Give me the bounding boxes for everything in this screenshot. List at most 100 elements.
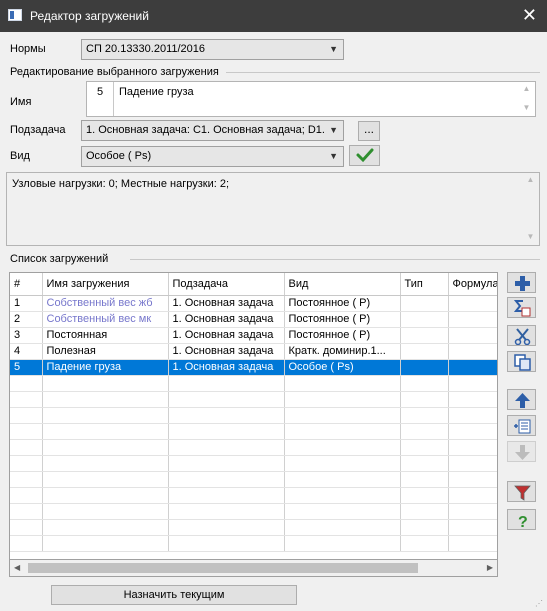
cell-kind: Постоянное ( P) xyxy=(284,327,401,344)
table-row-empty xyxy=(10,455,497,472)
cut-load-button[interactable] xyxy=(507,325,536,346)
col-header-name[interactable]: Имя загружения xyxy=(42,273,169,296)
cut-icon xyxy=(514,328,531,345)
table-hscrollbar[interactable]: ◀ ▶ xyxy=(9,559,498,577)
info-scrollbar[interactable]: ▲ ▼ xyxy=(522,173,539,245)
move-up-button[interactable] xyxy=(507,389,536,410)
cell-formula xyxy=(448,295,497,312)
cell-kind: Постоянное ( P) xyxy=(284,311,401,328)
table-header: # Имя загружения Подзадача Вид Тип Форму… xyxy=(10,273,497,296)
cell-type xyxy=(400,343,449,360)
cell-subtask: 1. Основная задача xyxy=(168,327,285,344)
cell-type xyxy=(400,311,449,328)
cell-subtask: 1. Основная задача xyxy=(168,359,285,376)
edit-group-title: Редактирование выбранного загружения xyxy=(10,66,219,78)
cell-formula xyxy=(448,359,497,376)
subtask-more-button[interactable]: ... xyxy=(358,121,380,141)
table-row-empty xyxy=(10,487,497,504)
scroll-down-icon[interactable]: ▼ xyxy=(522,184,539,241)
cell-subtask: 1. Основная задача xyxy=(168,343,285,360)
kind-select[interactable]: Особое ( Ps) ▼ xyxy=(81,146,344,167)
col-header-kind[interactable]: Вид xyxy=(284,273,401,296)
resize-grip-icon[interactable]: ⋰ xyxy=(535,599,545,609)
insert-load-button[interactable] xyxy=(507,415,536,436)
cell-subtask: 1. Основная задача xyxy=(168,311,285,328)
table-row-empty xyxy=(10,519,497,536)
info-box: Узловые нагрузки: 0; Местные нагрузки: 2… xyxy=(6,172,540,246)
sum-load-button[interactable] xyxy=(507,297,536,318)
close-icon[interactable]: ✕ xyxy=(522,5,537,25)
app-icon xyxy=(8,9,22,21)
table-row[interactable]: 3 Постоянная 1. Основная задача Постоянн… xyxy=(10,327,497,344)
scroll-right-icon[interactable]: ▶ xyxy=(487,563,493,572)
scroll-thumb[interactable] xyxy=(28,563,418,573)
cell-subtask: 1. Основная задача xyxy=(168,295,285,312)
table-row-empty xyxy=(10,375,497,392)
cell-formula xyxy=(448,343,497,360)
scroll-up-icon[interactable]: ▲ xyxy=(522,173,539,184)
norms-select[interactable]: СП 20.13330.2011/2016 ▼ xyxy=(81,39,344,60)
table-row-selected[interactable]: 5 Падение груза 1. Основная задача Особо… xyxy=(10,359,497,376)
insert-icon xyxy=(514,419,531,434)
chevron-down-icon: ▼ xyxy=(329,125,338,135)
group-divider xyxy=(226,72,540,73)
load-number: 5 xyxy=(87,82,114,116)
loads-table[interactable]: # Имя загружения Подзадача Вид Тип Форму… xyxy=(9,272,498,577)
sum-icon xyxy=(514,300,531,317)
svg-text:?: ? xyxy=(518,514,528,529)
cell-type xyxy=(400,327,449,344)
info-text: Узловые нагрузки: 0; Местные нагрузки: 2… xyxy=(12,178,229,190)
chevron-down-icon: ▼ xyxy=(329,151,338,161)
cell-num: 1 xyxy=(10,295,43,312)
table-row[interactable]: 4 Полезная 1. Основная задача Кратк. дом… xyxy=(10,343,497,360)
scroll-left-icon[interactable]: ◀ xyxy=(14,563,20,572)
assign-current-button[interactable]: Назначить текущим xyxy=(51,585,297,605)
subtask-value: 1. Основная задача: C1. Основная задача;… xyxy=(86,124,325,136)
col-header-formula[interactable]: Формула xyxy=(448,273,497,296)
copy-icon xyxy=(514,354,531,371)
col-header-subtask[interactable]: Подзадача xyxy=(168,273,285,296)
apply-button[interactable] xyxy=(349,145,380,166)
help-icon: ? xyxy=(518,514,528,529)
add-icon xyxy=(515,276,530,291)
table-row-empty xyxy=(10,407,497,424)
window-title: Редактор загружений xyxy=(30,9,149,23)
cell-name: Собственный вес мк xyxy=(42,311,169,328)
copy-load-button[interactable] xyxy=(507,351,536,372)
cell-formula xyxy=(448,327,497,344)
help-button[interactable]: ? xyxy=(507,509,536,530)
scroll-up-icon[interactable]: ▲ xyxy=(518,82,535,93)
cell-kind: Постоянное ( P) xyxy=(284,295,401,312)
add-load-button[interactable] xyxy=(507,272,536,293)
kind-value: Особое ( Ps) xyxy=(86,150,152,162)
arrow-up-icon xyxy=(515,393,530,408)
name-field[interactable]: 5 Падение груза ▲ ▼ xyxy=(86,81,536,117)
table-row-empty xyxy=(10,471,497,488)
name-value: Падение груза xyxy=(119,86,194,98)
cell-num: 5 xyxy=(10,359,43,376)
move-down-button[interactable] xyxy=(507,441,536,462)
norms-value: СП 20.13330.2011/2016 xyxy=(86,43,206,55)
table-row-empty xyxy=(10,439,497,456)
cell-name: Собственный вес жб xyxy=(42,295,169,312)
filter-button[interactable] xyxy=(507,481,536,502)
cell-kind: Особое ( Ps) xyxy=(284,359,401,376)
arrow-down-icon xyxy=(515,445,530,460)
cell-num: 3 xyxy=(10,327,43,344)
subtask-select[interactable]: 1. Основная задача: C1. Основная задача;… xyxy=(81,120,344,141)
table-row[interactable]: 1 Собственный вес жб 1. Основная задача … xyxy=(10,295,497,312)
cell-name: Падение груза xyxy=(42,359,169,376)
cell-formula xyxy=(448,311,497,328)
cell-num: 2 xyxy=(10,311,43,328)
kind-label: Вид xyxy=(10,150,30,162)
name-label: Имя xyxy=(10,96,32,108)
name-scrollbar[interactable]: ▲ ▼ xyxy=(518,82,535,116)
norms-label: Нормы xyxy=(10,43,46,55)
scroll-down-icon[interactable]: ▼ xyxy=(518,93,535,112)
col-header-num[interactable]: # xyxy=(10,273,43,296)
col-header-type[interactable]: Тип xyxy=(400,273,449,296)
cell-name: Постоянная xyxy=(42,327,169,344)
table-row[interactable]: 2 Собственный вес мк 1. Основная задача … xyxy=(10,311,497,328)
table-row-empty xyxy=(10,503,497,520)
table-row-empty xyxy=(10,423,497,440)
